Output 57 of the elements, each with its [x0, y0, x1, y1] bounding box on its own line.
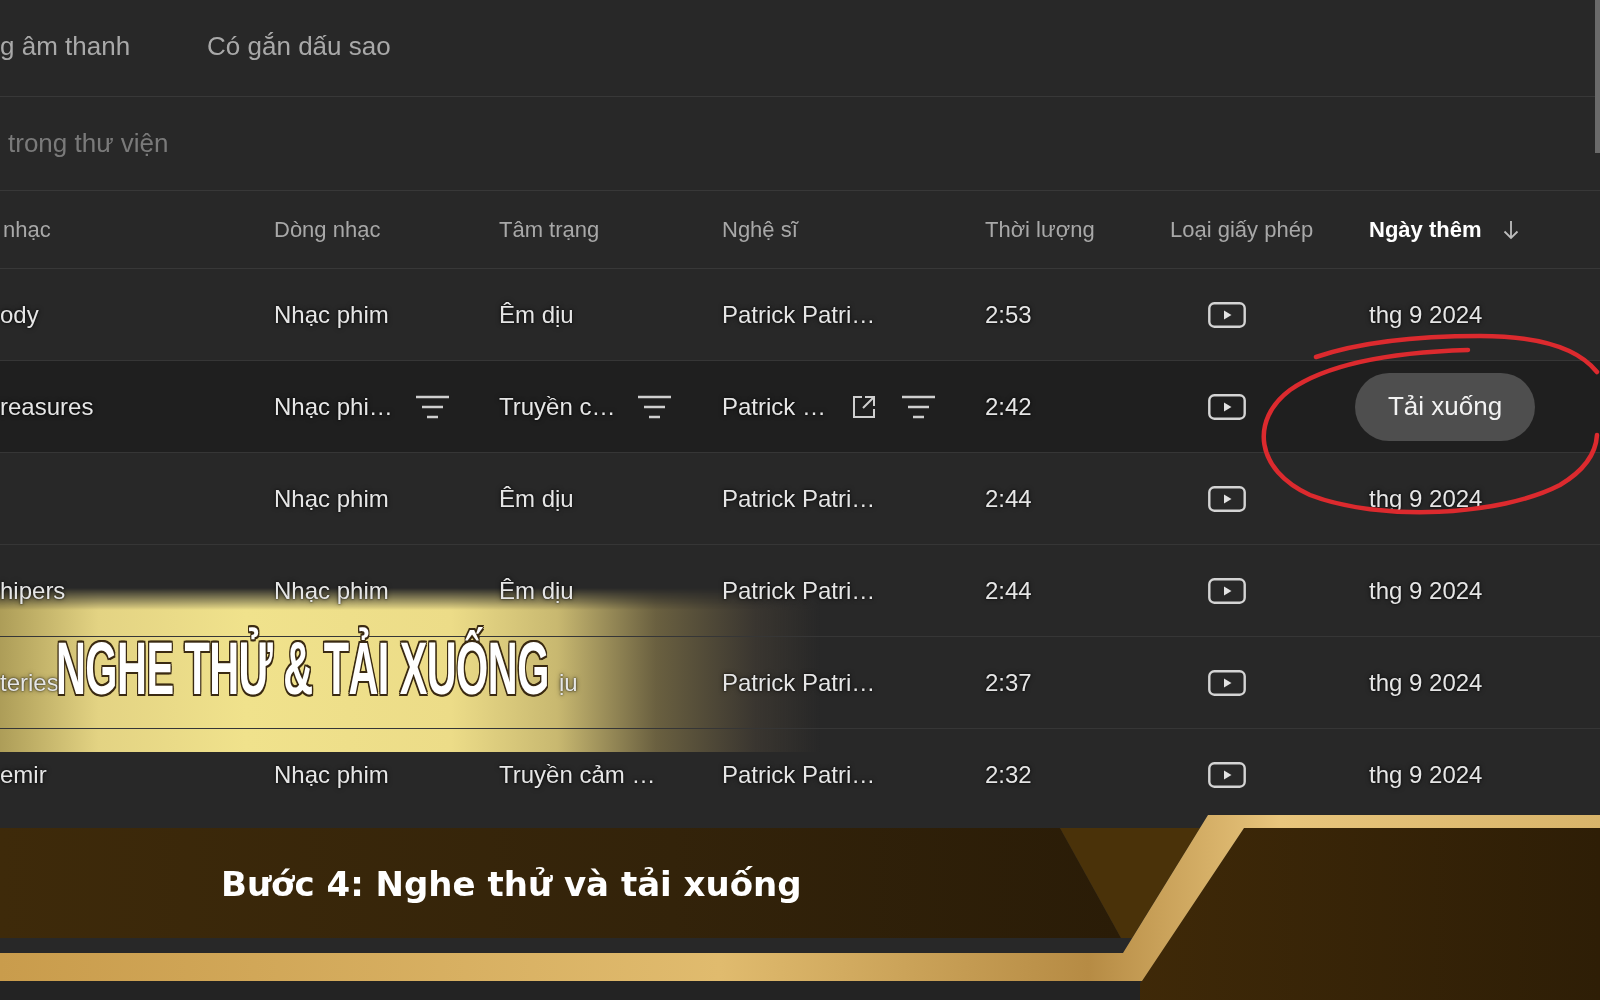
- duration-text: 2:44: [985, 576, 1032, 605]
- artist-name: Patrick …: [722, 392, 826, 421]
- genre-text: Nhạc phim: [274, 576, 389, 605]
- track-title: teries: [0, 668, 59, 697]
- play-icon: [1208, 485, 1246, 512]
- tab[interactable]: Có gắn dấu sao: [207, 28, 391, 68]
- filter-icon[interactable]: [414, 393, 450, 420]
- track-title: hipers: [0, 576, 66, 605]
- column-header[interactable]: Ngày thêm: [1369, 216, 1482, 243]
- play-icon: [1208, 301, 1246, 328]
- search-field[interactable]: trong thư viện: [0, 118, 1560, 169]
- date-added: thg 9 2024: [1369, 760, 1483, 789]
- artist-name: Patrick Patri…: [722, 576, 876, 605]
- track-title: ody: [0, 300, 39, 329]
- filter-icon[interactable]: [637, 393, 673, 420]
- genre-text: Nhạc phi…: [274, 392, 393, 421]
- duration-text: 2:42: [985, 392, 1032, 421]
- filter-icon[interactable]: [901, 393, 936, 420]
- track-title: emir: [0, 760, 47, 789]
- mood-text: Truyền c…: [499, 392, 616, 421]
- duration-text: 2:37: [985, 668, 1032, 697]
- external-link-icon[interactable]: [852, 394, 876, 419]
- column-header[interactable]: Dòng nhạc: [274, 216, 381, 243]
- genre-text: Nhạc phim: [274, 760, 389, 789]
- artist-name: Patrick Patri…: [722, 484, 876, 513]
- play-icon: [1208, 393, 1246, 420]
- play-icon: [1208, 577, 1246, 604]
- duration-text: 2:32: [985, 760, 1032, 789]
- artist-name: Patrick Patri…: [722, 300, 876, 329]
- column-header[interactable]: Tâm trạng: [499, 216, 600, 243]
- date-added: thg 9 2024: [1369, 668, 1483, 697]
- step-caption: Bước 4: Nghe thử và tải xuống: [220, 863, 802, 906]
- column-header[interactable]: nhạc: [3, 216, 51, 243]
- mood-text: ịu: [559, 668, 578, 697]
- mood-text: Êm dịu: [499, 576, 574, 605]
- arrow-down-icon[interactable]: [1503, 219, 1520, 240]
- date-added: thg 9 2024: [1369, 300, 1483, 329]
- genre-text: Nhạc phim: [274, 300, 389, 329]
- play-icon: [1208, 761, 1246, 788]
- column-header[interactable]: Loại giấy phép: [1170, 216, 1314, 243]
- track-title: reasures: [0, 392, 94, 421]
- date-added: thg 9 2024: [1369, 576, 1483, 605]
- column-header[interactable]: Thời lượng: [985, 216, 1095, 243]
- scrollbar-thumb[interactable]: [1595, 0, 1600, 153]
- duration-text: 2:53: [985, 300, 1032, 329]
- genre-text: Nhạc phim: [274, 484, 389, 513]
- download-button[interactable]: Tải xuống: [1355, 372, 1535, 441]
- mood-text: Êm dịu: [499, 300, 574, 329]
- column-header[interactable]: Nghệ sĩ: [722, 216, 798, 243]
- mood-text: Truyền cảm …: [499, 760, 656, 789]
- artist-name: Patrick Patri…: [722, 668, 876, 697]
- tab[interactable]: g âm thanh: [0, 28, 131, 68]
- mood-text: Êm dịu: [499, 484, 574, 513]
- table-row[interactable]: reasures Nhạc phi… Truyền c… Patrick … 2:42 Tải xuống: [0, 361, 1600, 453]
- duration-text: 2:44: [985, 484, 1032, 513]
- artist-name: Patrick Patri…: [722, 760, 876, 789]
- play-icon: [1208, 669, 1246, 696]
